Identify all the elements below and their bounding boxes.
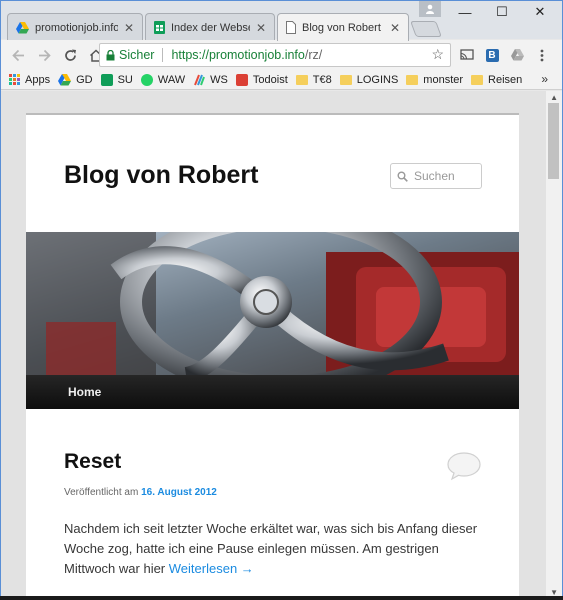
blog-page: Blog von Robert Suchen Home Reset Veröff… (26, 113, 519, 599)
site-title[interactable]: Blog von Robert (64, 161, 258, 190)
toolbar: Sicher https://promotionjob.info/rz/ ☆ B (1, 40, 562, 70)
bookmark-star-icon[interactable]: ☆ (431, 46, 444, 63)
bookmark-label: Apps (25, 73, 51, 86)
google-drive-icon (16, 21, 29, 33)
back-button[interactable] (5, 42, 31, 68)
bookmarks-overflow-button[interactable]: » (541, 72, 548, 86)
search-placeholder: Suchen (414, 169, 455, 183)
bookmark-folder-reisen[interactable]: Reisen (471, 74, 522, 86)
sheets-icon (100, 73, 113, 86)
bookmark-label: Todoist (252, 73, 288, 86)
post-meta: Veröffentlicht am 16. August 2012 (64, 487, 217, 498)
omnibox-divider (162, 48, 164, 62)
close-icon[interactable]: ✕ (388, 21, 402, 35)
profile-icon[interactable] (419, 1, 441, 17)
forward-button[interactable] (31, 42, 57, 68)
ws-icon (194, 74, 206, 85)
address-bar[interactable]: Sicher https://promotionjob.info/rz/ ☆ (99, 43, 451, 67)
tab-promotionjob[interactable]: promotionjob.info ✕ (7, 13, 143, 41)
todoist-icon (235, 73, 248, 86)
bookmark-folder-logins[interactable]: LOGINS (339, 73, 399, 86)
browser-window: promotionjob.info ✕ Index der Webseite ✕… (0, 0, 563, 600)
tab-title: promotionjob.info (35, 21, 118, 34)
reload-button[interactable] (57, 42, 83, 68)
apps-grid-icon (9, 74, 20, 85)
back-arrow-icon (11, 49, 24, 61)
nav-home-link[interactable]: Home (68, 385, 101, 399)
folder-icon (406, 74, 419, 85)
tab-index-der-webseite[interactable]: Index der Webseite ✕ (145, 13, 275, 41)
search-icon (397, 171, 408, 182)
page-icon (286, 21, 296, 34)
header-image (26, 232, 519, 375)
new-tab-button[interactable] (410, 21, 442, 37)
tab-title: Blog von Robert (302, 21, 381, 34)
bookmark-waw[interactable]: WAW (140, 73, 186, 86)
read-more-link[interactable]: Weiterlesen → (169, 561, 254, 576)
scroll-up-arrow-icon[interactable]: ▲ (550, 93, 558, 102)
extension-b-icon[interactable]: B (481, 45, 503, 65)
bookmark-apps[interactable]: Apps (9, 74, 50, 86)
scroll-thumb[interactable] (548, 103, 559, 179)
close-icon[interactable]: ✕ (254, 21, 268, 35)
post-excerpt: Nachdem ich seit letzter Woche erkältet … (64, 519, 489, 579)
forward-arrow-icon (38, 49, 51, 61)
tab-strip: promotionjob.info ✕ Index der Webseite ✕… (1, 1, 562, 41)
maximize-button[interactable]: ☐ (482, 1, 522, 23)
cast-icon[interactable] (456, 45, 478, 65)
window-close-button[interactable]: ✕ (520, 1, 560, 23)
lock-icon (106, 49, 115, 60)
google-drive-icon (58, 73, 72, 85)
bookmark-label: T€8 (312, 73, 332, 86)
comment-bubble-icon[interactable] (446, 451, 482, 481)
close-icon[interactable]: ✕ (122, 21, 136, 35)
tab-title: Index der Webseite (171, 21, 250, 34)
extension-badge: B (485, 48, 499, 62)
url-host: https://promotionjob.info (171, 48, 305, 62)
whatsapp-icon (140, 73, 153, 86)
folder-icon (339, 74, 352, 85)
sheets-icon (154, 21, 165, 34)
vertical-scrollbar[interactable]: ▲ ▼ (545, 91, 562, 599)
drive-extension-icon[interactable] (506, 45, 528, 65)
main-navigation: Home (26, 375, 519, 409)
bookmark-ws[interactable]: WS (193, 74, 228, 86)
bookmarks-bar: Apps GD SU WAW WS Todoist T€8 LOGINS mon… (1, 70, 562, 90)
bookmark-todoist[interactable]: Todoist (235, 73, 288, 86)
bookmark-folder-monster[interactable]: monster (406, 74, 463, 86)
post-excerpt-text: Nachdem ich seit letzter Woche erkältet … (64, 521, 478, 576)
folder-icon (295, 74, 308, 85)
meta-prefix: Veröffentlicht am (64, 487, 139, 498)
tab-blog-von-robert[interactable]: Blog von Robert ✕ (277, 13, 409, 41)
bookmark-gd[interactable]: GD (58, 73, 93, 86)
bookmark-label: SU (117, 73, 133, 86)
bookmark-folder-te8[interactable]: T€8 (295, 73, 332, 86)
bookmark-label: WS (210, 73, 228, 86)
post-date-link[interactable]: 16. August 2012 (141, 487, 217, 498)
bookmark-label: WAW (157, 73, 186, 86)
bookmark-label: GD (76, 73, 93, 86)
page-viewport: Blog von Robert Suchen Home Reset Veröff… (1, 91, 562, 599)
bookmark-label: monster (423, 73, 464, 86)
bookmark-label: LOGINS (356, 73, 399, 86)
reload-icon (64, 49, 76, 61)
security-label: Sicher (119, 48, 155, 62)
taskbar-strip (0, 596, 563, 600)
folder-icon (471, 74, 484, 85)
bookmark-su[interactable]: SU (100, 73, 133, 86)
url-path: /rz/ (304, 48, 323, 62)
bookmark-label: Reisen (488, 73, 523, 86)
minimize-button[interactable]: — (445, 1, 485, 23)
post-title[interactable]: Reset (64, 450, 121, 474)
search-input[interactable]: Suchen (390, 163, 482, 189)
menu-kebab-icon[interactable] (531, 45, 553, 65)
